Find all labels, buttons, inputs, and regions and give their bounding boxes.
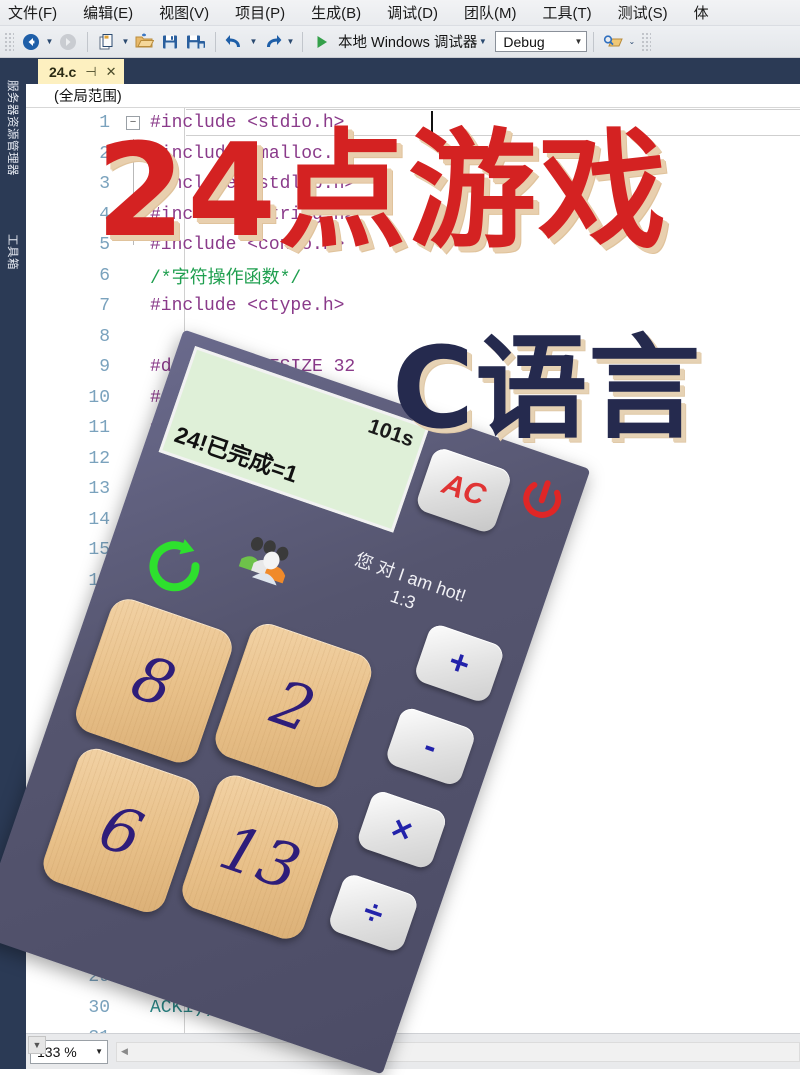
menu-architecture[interactable]: 体 xyxy=(694,2,709,23)
scroll-left-icon[interactable]: ◀ xyxy=(117,1046,132,1057)
line-number: 12 xyxy=(88,448,110,469)
undo-icon[interactable] xyxy=(223,30,247,54)
code-line[interactable]: 7 #include <ctype.h> xyxy=(26,291,800,322)
new-item-icon[interactable] xyxy=(95,30,119,54)
build-config-combo[interactable]: Debug ▼ xyxy=(495,31,588,52)
line-number: 9 xyxy=(99,357,110,378)
undo-caret-icon[interactable]: ▼ xyxy=(248,30,259,54)
line-number: 10 xyxy=(88,387,110,408)
code-text: #include <ctype.h> xyxy=(150,296,345,317)
menu-team[interactable]: 团队(M) xyxy=(464,2,517,23)
sidebar-item-server-explorer[interactable]: 服务器资源管理器 xyxy=(5,80,21,176)
new-item-caret-icon[interactable]: ▼ xyxy=(120,30,131,54)
menu-view[interactable]: 视图(V) xyxy=(159,2,209,23)
overlay-title-main: 24点游戏 xyxy=(96,117,669,266)
debug-target-label[interactable]: 本地 Windows 调试器 xyxy=(338,31,477,52)
code-text: /*字符操作函数*/ xyxy=(150,268,302,289)
main-toolbar: ▼ ▼ ▼ ▼ 本地 Windows 调试器 ▼ Debug ▼ ⌄ xyxy=(0,26,800,58)
number-card[interactable]: 2 xyxy=(210,618,377,793)
menu-file[interactable]: 文件(F) xyxy=(8,2,57,23)
operator-button-multiply[interactable]: × xyxy=(355,788,449,871)
opponent-status: 您 对 I am hot! 1:3 xyxy=(281,527,532,651)
document-tab-strip: 24.c ⊣ ✕ xyxy=(26,58,800,84)
operator-label: + xyxy=(443,642,475,685)
number-card[interactable]: 8 xyxy=(70,593,238,768)
menu-project[interactable]: 项目(P) xyxy=(235,2,285,23)
line-number: 11 xyxy=(88,418,110,439)
number-card[interactable]: 13 xyxy=(176,770,344,945)
operator-label: - xyxy=(419,726,443,767)
save-all-icon[interactable] xyxy=(184,30,208,54)
refresh-icon[interactable] xyxy=(136,527,215,606)
number-card-value: 6 xyxy=(90,789,152,872)
toolbar-separator xyxy=(302,31,303,52)
menu-bar: 文件(F) 编辑(E) 视图(V) 项目(P) 生成(B) 调试(D) 团队(M… xyxy=(0,0,800,26)
sidebar-item-toolbox[interactable]: 工具箱 xyxy=(5,234,21,270)
chevron-down-icon: ▼ xyxy=(95,1047,103,1056)
scope-navigation-bar: (全局范围) xyxy=(26,84,800,108)
pin-icon[interactable]: ⊣ xyxy=(85,65,96,78)
redo-icon[interactable] xyxy=(260,30,284,54)
number-card-value: 13 xyxy=(211,809,310,905)
navigate-forward-icon[interactable] xyxy=(56,30,80,54)
navigate-back-icon[interactable] xyxy=(19,30,43,54)
redo-caret-icon[interactable]: ▼ xyxy=(285,30,296,54)
navigate-back-caret-icon[interactable]: ▼ xyxy=(44,30,55,54)
line-number: 6 xyxy=(99,265,110,286)
chevron-down-icon: ▼ xyxy=(574,37,583,46)
horizontal-scrollbar[interactable]: ◀ xyxy=(116,1041,800,1062)
open-folder-icon[interactable] xyxy=(132,30,156,54)
all-clear-label: AC xyxy=(438,467,490,513)
menu-edit[interactable]: 编辑(E) xyxy=(83,2,133,23)
line-number: 8 xyxy=(99,326,110,347)
line-number: 30 xyxy=(88,997,110,1018)
editor-status-bar: 133 % ▼ ◀ xyxy=(26,1033,800,1069)
find-icon[interactable] xyxy=(601,30,625,54)
close-icon[interactable]: ✕ xyxy=(106,65,117,78)
overlay-title-sub: C语言 xyxy=(392,324,702,454)
all-clear-button[interactable]: AC xyxy=(414,445,514,535)
menu-debug[interactable]: 调试(D) xyxy=(387,2,438,23)
document-tab-label: 24.c xyxy=(49,63,77,80)
operator-button-minus[interactable]: - xyxy=(383,705,478,788)
code-line[interactable]: 31 xyxy=(26,1023,800,1033)
build-config-value: Debug xyxy=(503,33,545,50)
game-result-label: 24!已完成=1 xyxy=(171,421,302,488)
menu-tools[interactable]: 工具(T) xyxy=(542,2,591,23)
toolbar-separator xyxy=(215,31,216,52)
toolbar-grip-right[interactable] xyxy=(641,31,652,52)
toolbar-separator xyxy=(593,31,595,52)
scope-dropdown[interactable]: (全局范围) xyxy=(54,85,122,106)
operator-label: × xyxy=(386,808,418,851)
start-debug-icon[interactable] xyxy=(310,30,334,54)
code-line[interactable]: 30ACK1)); xyxy=(26,993,800,1024)
debug-target-caret-icon[interactable]: ▼ xyxy=(477,30,488,54)
number-card-value: 8 xyxy=(123,639,185,722)
toolbar-separator xyxy=(87,31,88,52)
power-icon[interactable] xyxy=(508,468,574,534)
scroll-down-icon[interactable]: ▼ xyxy=(28,1036,46,1054)
document-tab-24c[interactable]: 24.c ⊣ ✕ xyxy=(38,59,125,84)
operator-label: ÷ xyxy=(358,891,389,934)
line-number: 7 xyxy=(99,296,110,317)
toolbar-overflow-icon[interactable]: ⌄ xyxy=(626,30,637,54)
number-card-value: 2 xyxy=(262,664,324,747)
operator-button-divide[interactable]: ÷ xyxy=(326,871,420,954)
line-number: 14 xyxy=(88,509,110,530)
number-card[interactable]: 6 xyxy=(38,743,205,918)
line-number: 13 xyxy=(88,479,110,500)
save-icon[interactable] xyxy=(158,30,182,54)
menu-build[interactable]: 生成(B) xyxy=(311,2,361,23)
menu-test[interactable]: 测试(S) xyxy=(618,2,668,23)
toolbar-grip[interactable] xyxy=(4,31,14,52)
